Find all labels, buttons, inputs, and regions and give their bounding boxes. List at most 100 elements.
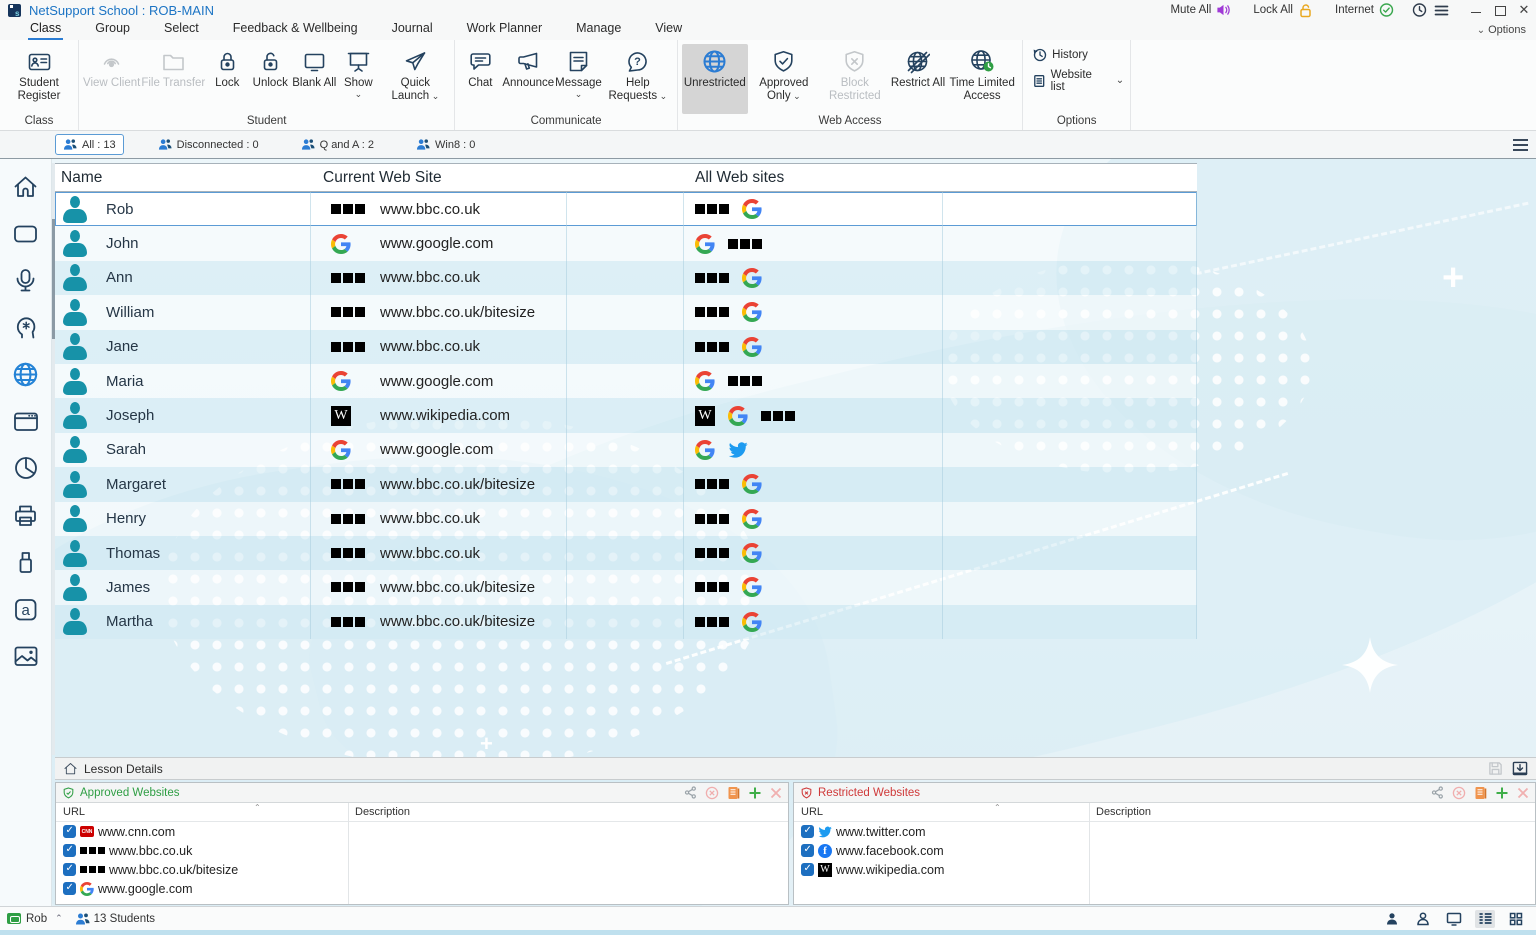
- checkbox-checked[interactable]: [801, 844, 814, 857]
- grid-view-icon[interactable]: [1506, 910, 1526, 928]
- ribbon-collapse-toggle[interactable]: ⌄ Options: [1477, 24, 1526, 36]
- bbc-icon: [331, 273, 365, 283]
- student-row[interactable]: Margaret www.bbc.co.uk/bitesize: [55, 467, 1197, 501]
- website-list-button[interactable]: Website list ⌄: [1033, 69, 1124, 93]
- description-column-header[interactable]: Description: [1096, 806, 1151, 818]
- export-icon[interactable]: [1512, 761, 1528, 776]
- add-icon[interactable]: [748, 786, 762, 800]
- menu-icon[interactable]: [1434, 3, 1449, 18]
- menu-item-view[interactable]: View: [653, 20, 684, 40]
- approved-columns: URL ⌃ Description: [56, 803, 788, 822]
- student-row[interactable]: Maria www.google.com: [55, 364, 1197, 398]
- checkbox-checked[interactable]: [63, 844, 76, 857]
- website-list-item[interactable]: www.bbc.co.uk/bitesize: [56, 860, 788, 879]
- maximize-button[interactable]: [1494, 4, 1506, 16]
- announce-button[interactable]: Announce: [502, 44, 554, 108]
- share-icon[interactable]: [1431, 786, 1444, 799]
- student-row[interactable]: Henry www.bbc.co.uk: [55, 502, 1197, 536]
- website-list-item[interactable]: CNNwww.cnn.com: [56, 822, 788, 841]
- student-row[interactable]: Jane www.bbc.co.uk: [55, 330, 1197, 364]
- menu-item-select[interactable]: Select: [162, 20, 201, 40]
- list-view-icon[interactable]: [1475, 910, 1495, 928]
- tab-all-13[interactable]: All : 13: [55, 134, 124, 155]
- website-list-item[interactable]: fwww.facebook.com: [794, 841, 1535, 860]
- column-header-current-web-site[interactable]: Current Web Site: [310, 169, 683, 187]
- student-row[interactable]: Martha www.bbc.co.uk/bitesize: [55, 605, 1197, 639]
- clock-icon[interactable]: [1412, 3, 1427, 18]
- internet-status-icon[interactable]: [1379, 3, 1394, 18]
- menu-item-manage[interactable]: Manage: [574, 20, 623, 40]
- menu-item-journal[interactable]: Journal: [390, 20, 435, 40]
- lock-button[interactable]: Lock: [206, 44, 248, 108]
- quick-launch-button[interactable]: Quick Launch ⌄: [380, 44, 450, 108]
- time-limited-access-button[interactable]: Time Limited Access: [946, 44, 1018, 108]
- checkbox-checked[interactable]: [63, 825, 76, 838]
- student-register-button[interactable]: Student Register: [4, 44, 74, 108]
- student-row[interactable]: James www.bbc.co.uk/bitesize: [55, 570, 1197, 604]
- student-row[interactable]: John www.google.com: [55, 226, 1197, 260]
- blank-all-button[interactable]: Blank All: [292, 44, 336, 108]
- message-button[interactable]: Message ⌄: [555, 44, 602, 108]
- view-student-icon[interactable]: [1413, 910, 1433, 928]
- sidebar-item-typing[interactable]: a: [11, 594, 41, 624]
- checkbox-checked[interactable]: [801, 825, 814, 838]
- minimize-button[interactable]: [1470, 4, 1482, 16]
- sidebar-item-applications[interactable]: [11, 406, 41, 436]
- checkbox-checked[interactable]: [63, 882, 76, 895]
- journal-icon[interactable]: [1474, 786, 1487, 800]
- unlock-button[interactable]: Unlock: [249, 44, 291, 108]
- monitor-view-icon[interactable]: [1444, 910, 1464, 928]
- student-row[interactable]: Joseph W www.wikipedia.com W: [55, 398, 1197, 432]
- sidebar-item-wellbeing[interactable]: [11, 312, 41, 342]
- chat-button[interactable]: Chat: [459, 44, 501, 108]
- help-requests-button[interactable]: ? Help Requests ⌄: [603, 44, 673, 108]
- checkbox-checked[interactable]: [63, 863, 76, 876]
- tab-menu-icon[interactable]: [1513, 136, 1528, 154]
- menu-item-group[interactable]: Group: [93, 20, 132, 40]
- column-header-name[interactable]: Name: [55, 169, 310, 187]
- column-header-all-web-sites[interactable]: All Web sites: [683, 169, 1197, 187]
- approved-only-button[interactable]: Approved Only ⌄: [749, 44, 819, 108]
- restrict-all-button[interactable]: Restrict All: [891, 44, 945, 108]
- unrestricted-button[interactable]: Unrestricted: [682, 44, 748, 114]
- journal-icon[interactable]: [727, 786, 740, 800]
- website-list-item[interactable]: www.google.com: [56, 879, 788, 898]
- save-icon[interactable]: [1488, 761, 1503, 776]
- student-row[interactable]: William www.bbc.co.uk/bitesize: [55, 295, 1197, 329]
- tab-disconnected-0[interactable]: Disconnected : 0: [150, 134, 267, 155]
- student-row[interactable]: Thomas www.bbc.co.uk: [55, 536, 1197, 570]
- sidebar-item-devices[interactable]: [11, 547, 41, 577]
- url-column-header[interactable]: URL: [794, 806, 823, 818]
- website-list-item[interactable]: Wwww.wikipedia.com: [794, 860, 1535, 879]
- sidebar-item-web-access[interactable]: [11, 359, 41, 389]
- speaker-icon[interactable]: [1216, 3, 1231, 18]
- student-row[interactable]: Rob www.bbc.co.uk: [55, 192, 1197, 226]
- sidebar-item-home[interactable]: [11, 171, 41, 201]
- padlock-icon[interactable]: [1298, 3, 1313, 18]
- show-button[interactable]: Show ⌄: [337, 44, 379, 108]
- website-list-item[interactable]: www.bbc.co.uk: [56, 841, 788, 860]
- sidebar-item-surveys[interactable]: [11, 453, 41, 483]
- student-row[interactable]: Ann www.bbc.co.uk: [55, 261, 1197, 295]
- close-button[interactable]: ✕: [1518, 4, 1530, 16]
- add-icon[interactable]: [1495, 786, 1509, 800]
- chevron-up-icon[interactable]: ⌃: [55, 913, 63, 924]
- view-teacher-icon[interactable]: [1382, 910, 1402, 928]
- sidebar-item-print[interactable]: [11, 500, 41, 530]
- tab-q-and-a-2[interactable]: Q and A : 2: [293, 134, 382, 155]
- menu-item-class[interactable]: Class: [28, 20, 63, 40]
- checkbox-checked[interactable]: [801, 863, 814, 876]
- share-icon[interactable]: [684, 786, 697, 799]
- sidebar-item-audio[interactable]: [11, 265, 41, 295]
- sidebar-item-screens[interactable]: [11, 641, 41, 671]
- description-column-header[interactable]: Description: [355, 806, 410, 818]
- website-list-item[interactable]: www.twitter.com: [794, 822, 1535, 841]
- tab-win8-0[interactable]: Win8 : 0: [408, 134, 483, 155]
- menu-item-work-planner[interactable]: Work Planner: [465, 20, 545, 40]
- menu-item-feedback-wellbeing[interactable]: Feedback & Wellbeing: [231, 20, 360, 40]
- sidebar-item-monitor[interactable]: [11, 218, 41, 248]
- url-column-header[interactable]: URL: [56, 806, 85, 818]
- history-button[interactable]: History: [1033, 48, 1124, 62]
- student-row[interactable]: Sarah www.google.com: [55, 433, 1197, 467]
- lesson-details-bar[interactable]: Lesson Details: [55, 757, 1536, 780]
